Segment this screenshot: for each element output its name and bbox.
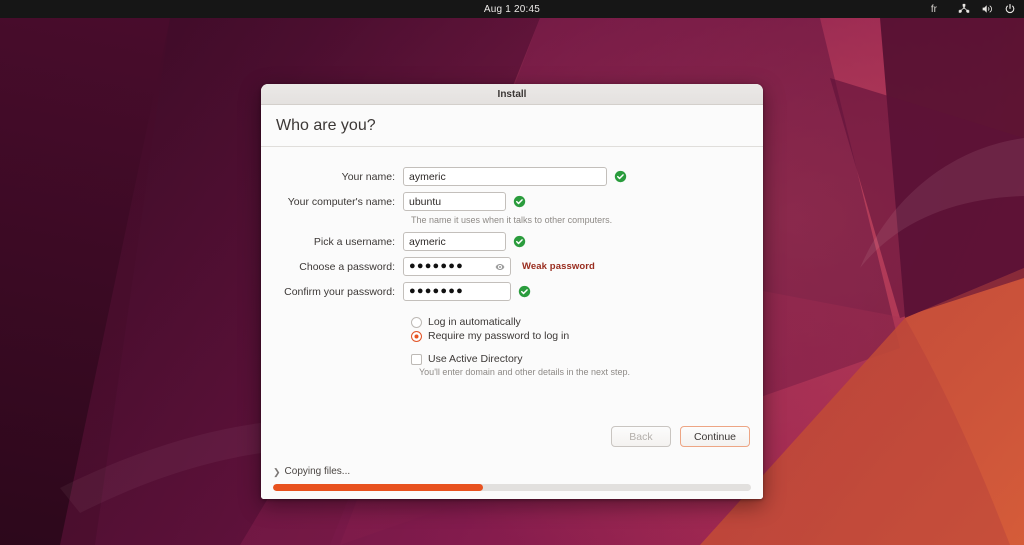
window-title: Install (497, 88, 527, 100)
checkbox-use-active-directory[interactable]: Use Active Directory (411, 353, 763, 365)
field-row-confirm-password: Confirm your password: ●●●●●●● (261, 282, 763, 301)
field-row-username: Pick a username: aymeric (261, 232, 763, 251)
page-title: Who are you? (276, 116, 376, 134)
keyboard-layout-indicator[interactable]: fr (931, 4, 937, 15)
valid-check-icon (518, 285, 531, 298)
clock[interactable]: Aug 1 20:45 (0, 4, 1024, 15)
progress-status-text: Copying files... (284, 466, 351, 477)
label-password: Choose a password: (299, 260, 395, 273)
confirm-password-masked-value: ●●●●●●● (409, 285, 464, 297)
radio-icon-selected (411, 330, 422, 342)
input-password[interactable]: ●●●●●●● (403, 257, 511, 276)
radio-login-automatically[interactable]: Log in automatically (411, 316, 763, 328)
progress-bar-track (273, 484, 751, 491)
checkbox-label-active-directory: Use Active Directory (428, 353, 523, 365)
label-computer-name: Your computer's name: (287, 195, 395, 208)
radio-require-password[interactable]: Require my password to log in (411, 330, 763, 342)
field-row-password: Choose a password: ●●●●●●● Weak password (261, 257, 763, 276)
continue-button[interactable]: Continue (679, 426, 750, 447)
computer-name-hint: The name it uses when it talks to other … (411, 215, 613, 225)
input-confirm-password[interactable]: ●●●●●●● (403, 282, 511, 301)
user-setup-form: Your name: aymeric Your computer's name:… (261, 167, 763, 377)
installer-window: Install Who are you? Your name: aymeric … (261, 84, 763, 499)
checkbox-icon (411, 353, 422, 365)
network-icon[interactable] (958, 3, 970, 15)
chevron-right-icon[interactable]: ❯ (273, 468, 281, 477)
valid-check-icon (614, 170, 627, 183)
label-your-name: Your name: (341, 170, 395, 183)
radio-icon (411, 316, 422, 328)
install-progress: ❯ Copying files... (261, 466, 763, 499)
input-username[interactable]: aymeric (403, 232, 506, 251)
active-directory-hint: You'll enter domain and other details in… (419, 367, 631, 377)
input-computer-name[interactable]: ubuntu (403, 192, 506, 211)
show-password-icon[interactable] (495, 262, 505, 272)
action-buttons: Back Continue (610, 426, 750, 447)
system-top-bar: Aug 1 20:45 fr (0, 0, 1024, 18)
radio-label-login-automatically: Log in automatically (428, 316, 521, 328)
field-row-your-name: Your name: aymeric (261, 167, 763, 186)
input-your-name[interactable]: aymeric (403, 167, 607, 186)
page-header: Who are you? (261, 105, 763, 147)
system-tray: fr (931, 0, 1016, 18)
back-button[interactable]: Back (610, 426, 671, 447)
radio-label-require-password: Require my password to log in (428, 330, 570, 342)
power-icon[interactable] (1004, 3, 1016, 15)
label-confirm-password: Confirm your password: (284, 285, 395, 298)
password-masked-value: ●●●●●●● (409, 260, 464, 272)
window-titlebar: Install (261, 84, 763, 105)
progress-status-row[interactable]: ❯ Copying files... (273, 466, 751, 477)
valid-check-icon (513, 235, 526, 248)
volume-icon[interactable] (981, 3, 993, 15)
window-content: Your name: aymeric Your computer's name:… (261, 147, 763, 499)
progress-bar-fill (273, 484, 484, 491)
valid-check-icon (513, 195, 526, 208)
field-row-computer-name: Your computer's name: ubuntu (261, 192, 763, 211)
password-strength-label: Weak password (522, 261, 595, 272)
label-username: Pick a username: (313, 235, 395, 248)
